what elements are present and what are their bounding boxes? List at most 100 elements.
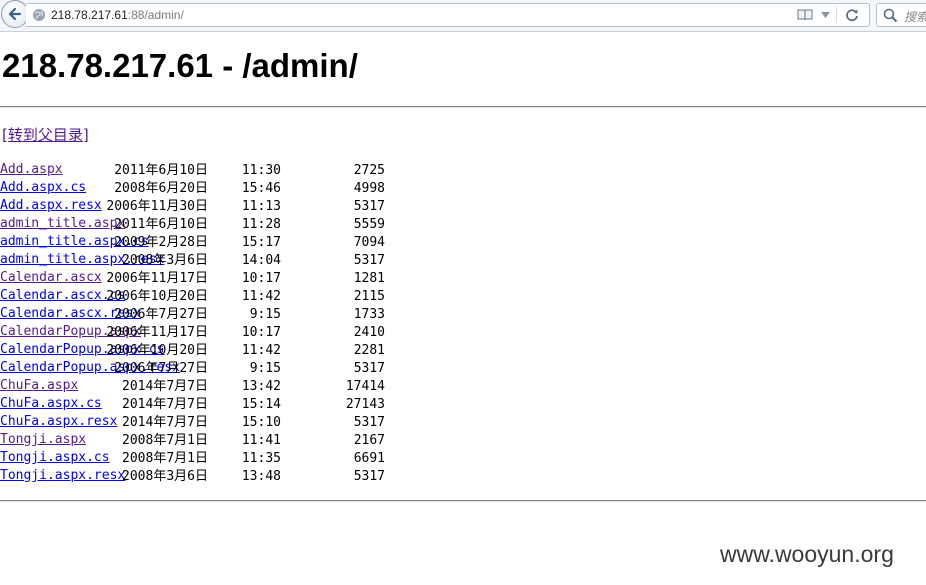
- file-time: 11:42: [241, 343, 281, 358]
- file-time: 10:17: [241, 325, 281, 340]
- file-date: 2006年10月20日: [106, 343, 208, 358]
- browser-toolbar: 218.78.217.61:88/admin/ 搜索: [0, 0, 926, 32]
- file-date: 2008年7月1日: [122, 433, 208, 448]
- file-size: 27143: [345, 397, 385, 412]
- listing-row: 2006年11月17日 10:17 2410 CalendarPopup.aspx: [0, 324, 640, 342]
- file-date: 2006年11月30日: [106, 199, 208, 214]
- directory-listing: 2011年6月10日 11:30 2725 Add.aspx 2008年6月20日 15:…: [0, 162, 640, 486]
- file-link[interactable]: Add.aspx.cs: [0, 180, 86, 195]
- back-button[interactable]: [1, 0, 29, 28]
- file-size: 5317: [353, 199, 385, 214]
- file-date: 2006年11月17日: [106, 325, 208, 340]
- file-time: 10:17: [241, 271, 281, 286]
- file-date: 2006年7月27日: [114, 307, 208, 322]
- listing-row: 2014年7月7日 15:14 27143 ChuFa.aspx.cs: [0, 396, 640, 414]
- file-date: 2006年10月20日: [106, 289, 208, 304]
- listing-row: 2006年10月20日 11:42 2115 Calendar.ascx.cs: [0, 288, 640, 306]
- file-size: 5317: [353, 469, 385, 484]
- listing-row: 2011年6月10日 11:30 2725 Add.aspx: [0, 162, 640, 180]
- url-host: 218.78.217.61: [51, 8, 128, 22]
- file-date: 2006年7月27日: [114, 361, 208, 376]
- file-time: 11:41: [241, 433, 281, 448]
- file-time: 11:13: [241, 199, 281, 214]
- search-bar[interactable]: 搜索: [876, 3, 926, 27]
- listing-row: 2008年6月20日 15:46 4998 Add.aspx.cs: [0, 180, 640, 198]
- listing-row: 2009年2月28日 15:17 7094 admin_title.aspx.cs: [0, 234, 640, 252]
- listing-row: 2014年7月7日 15:10 5317 ChuFa.aspx.resx: [0, 414, 640, 432]
- file-size: 17414: [345, 379, 385, 394]
- listing-row: 2006年7月27日 9:15 1733 Calendar.ascx.resx: [0, 306, 640, 324]
- file-size: 2725: [353, 163, 385, 178]
- file-link[interactable]: Add.aspx.resx: [0, 198, 102, 213]
- file-date: 2014年7月7日: [122, 415, 208, 430]
- listing-row: 2014年7月7日 13:42 17414 ChuFa.aspx: [0, 378, 640, 396]
- url-text[interactable]: 218.78.217.61:88/admin/: [51, 8, 184, 22]
- file-size: 5317: [353, 415, 385, 430]
- file-date: 2008年3月6日: [122, 253, 208, 268]
- file-size: 4998: [353, 181, 385, 196]
- file-size: 7094: [353, 235, 385, 250]
- file-time: 15:46: [241, 181, 281, 196]
- file-size: 5317: [353, 361, 385, 376]
- listing-row: 2008年3月6日 13:48 5317 Tongji.aspx.resx: [0, 468, 640, 486]
- file-link[interactable]: ChuFa.aspx: [0, 378, 78, 393]
- page-title: 218.78.217.61 - /admin/: [2, 47, 358, 84]
- file-date: 2008年7月1日: [122, 451, 208, 466]
- file-size: 1281: [353, 271, 385, 286]
- file-size: 2281: [353, 343, 385, 358]
- file-time: 15:10: [241, 415, 281, 430]
- file-date: 2009年2月28日: [114, 235, 208, 250]
- file-link[interactable]: ChuFa.aspx.resx: [0, 414, 117, 429]
- file-time: 11:35: [241, 451, 281, 466]
- file-link[interactable]: Calendar.ascx: [0, 270, 102, 285]
- search-icon: [883, 8, 898, 23]
- chevron-down-icon[interactable]: [821, 12, 830, 18]
- listing-row: 2006年11月30日 11:13 5317 Add.aspx.resx: [0, 198, 640, 216]
- file-date: 2014年7月7日: [122, 397, 208, 412]
- search-placeholder: 搜索: [904, 10, 926, 24]
- file-size: 5317: [353, 253, 385, 268]
- file-link[interactable]: ChuFa.aspx.cs: [0, 396, 102, 411]
- globe-icon: [33, 9, 45, 21]
- file-time: 9:15: [249, 307, 281, 322]
- reload-icon[interactable]: [845, 8, 859, 22]
- file-size: 1733: [353, 307, 385, 322]
- file-size: 2410: [353, 325, 385, 340]
- file-time: 11:42: [241, 289, 281, 304]
- url-path: :88/admin/: [127, 8, 184, 22]
- file-link[interactable]: Add.aspx: [0, 162, 63, 177]
- listing-row: 2008年7月1日 11:35 6691 Tongji.aspx.cs: [0, 450, 640, 468]
- file-size: 2167: [353, 433, 385, 448]
- file-date: 2008年6月20日: [114, 181, 208, 196]
- listing-row: 2008年7月1日 11:41 2167 Tongji.aspx: [0, 432, 640, 450]
- file-link[interactable]: Tongji.aspx: [0, 432, 86, 447]
- file-link[interactable]: Tongji.aspx.resx: [0, 468, 125, 483]
- file-date: 2011年6月10日: [114, 163, 208, 178]
- file-date: 2006年11月17日: [106, 271, 208, 286]
- file-time: 9:15: [249, 361, 281, 376]
- file-time: 11:30: [241, 163, 281, 178]
- file-date: 2011年6月10日: [114, 217, 208, 232]
- file-time: 15:17: [241, 235, 281, 250]
- file-time: 13:48: [241, 469, 281, 484]
- listing-row: 2011年6月10日 11:28 5559 admin_title.aspx: [0, 216, 640, 234]
- reader-view-icon[interactable]: [797, 9, 813, 21]
- file-link[interactable]: admin_title.aspx: [0, 216, 125, 231]
- listing-row: 2006年10月20日 11:42 2281 CalendarPopup.aspx.c…: [0, 342, 640, 360]
- file-time: 13:42: [241, 379, 281, 394]
- file-date: 2008年3月6日: [122, 469, 208, 484]
- url-separator: [836, 7, 837, 23]
- horizontal-rule: [0, 106, 926, 108]
- file-time: 14:04: [241, 253, 281, 268]
- file-time: 15:14: [241, 397, 281, 412]
- listing-row: 2008年3月6日 14:04 5317 admin_title.aspx.resx: [0, 252, 640, 270]
- file-size: 2115: [353, 289, 385, 304]
- watermark: www.wooyun.org: [720, 541, 894, 567]
- file-date: 2014年7月7日: [122, 379, 208, 394]
- parent-directory-link[interactable]: [转到父目录]: [2, 124, 89, 145]
- address-bar[interactable]: 218.78.217.61:88/admin/: [26, 3, 870, 27]
- horizontal-rule: [0, 500, 926, 502]
- file-time: 11:28: [241, 217, 281, 232]
- file-size: 5559: [353, 217, 385, 232]
- file-link[interactable]: Tongji.aspx.cs: [0, 450, 110, 465]
